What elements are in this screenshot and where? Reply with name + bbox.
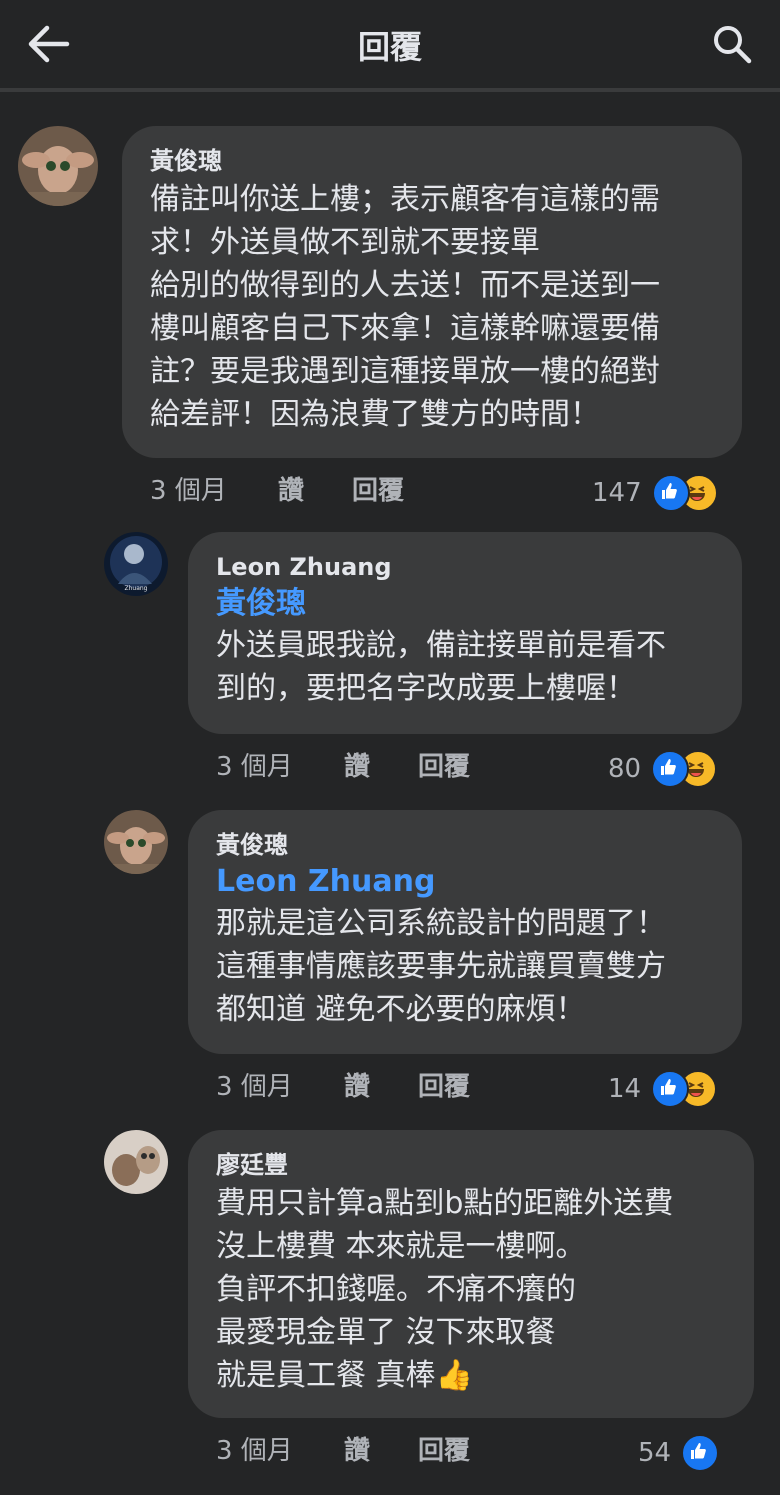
comment-author[interactable]: 黃俊璁 [150,144,714,178]
comment-author[interactable]: 黃俊璁 [216,828,714,862]
search-button[interactable] [708,20,756,68]
top-bar: 回覆 [0,0,780,92]
mention-link[interactable]: Leon Zhuang [216,862,714,902]
page-title: 回覆 [357,28,422,66]
search-icon [714,26,752,64]
reaction-count: 147 [592,478,642,508]
reaction-summary[interactable]: 54 [638,1434,720,1472]
mention-link[interactable]: 黃俊璁 [216,584,714,624]
reaction-summary[interactable]: 80 [608,750,718,788]
comment-time[interactable]: 3 個月 [216,746,344,783]
svg-text:Zhuang: Zhuang [124,585,147,592]
comment-text: 外送員跟我說，備註接單前是看不 到的，要把名字改成要上樓喔！ [216,628,666,706]
comment-time[interactable]: 3 個月 [216,1430,344,1467]
comment-bubble: 廖廷豐 費用只計算a點到b點的距離外送費 沒上樓費 本來就是一樓啊。 負評不扣錢… [188,1130,754,1418]
like-icon [651,474,690,512]
like-button[interactable]: 讚 [344,1430,418,1467]
reaction-count: 80 [608,754,642,784]
like-button[interactable]: 讚 [344,746,418,783]
comment-author[interactable]: Leon Zhuang [216,550,714,584]
comment-actions: 3 個月 讚 回覆 [216,746,470,783]
like-icon [651,750,690,788]
like-icon [681,1434,720,1472]
reaction-summary[interactable]: 147 [592,474,718,512]
avatar[interactable] [104,810,168,874]
reaction-summary[interactable]: 14 [608,1070,718,1108]
comment-author[interactable]: 廖廷豐 [216,1148,726,1182]
like-button[interactable]: 讚 [344,1066,418,1103]
reply-button[interactable]: 回覆 [418,746,470,783]
avatar[interactable] [18,126,98,206]
comment-text: 備註叫你送上樓；表示顧客有這樣的需 求！外送員做不到就不要接單 給別的做得到的人… [150,182,660,432]
avatar[interactable]: Zhuang [104,532,168,596]
comment-actions: 3 個月 讚 回覆 [150,470,404,507]
like-button[interactable]: 讚 [278,470,352,507]
comment-bubble: Leon Zhuang 黃俊璁 外送員跟我說，備註接單前是看不 到的，要把名字改… [188,532,742,734]
reaction-count: 14 [608,1074,642,1104]
comment-text: 費用只計算a點到b點的距離外送費 沒上樓費 本來就是一樓啊。 負評不扣錢喔。不痛… [216,1186,674,1393]
comment-time[interactable]: 3 個月 [150,470,278,507]
reply-button[interactable]: 回覆 [418,1066,470,1103]
avatar[interactable] [104,1130,168,1194]
comment-actions: 3 個月 讚 回覆 [216,1430,470,1467]
reaction-count: 54 [638,1438,672,1468]
comment-bubble: 黃俊璁 備註叫你送上樓；表示顧客有這樣的需 求！外送員做不到就不要接單 給別的做… [122,126,742,458]
comment-text: 那就是這公司系統設計的問題了！ 這種事情應該要事先就讓買賣雙方 都知道 避免不必… [216,906,666,1027]
comment-actions: 3 個月 讚 回覆 [216,1066,470,1103]
like-icon [651,1070,690,1108]
comment-time[interactable]: 3 個月 [216,1066,344,1103]
reply-button[interactable]: 回覆 [418,1430,470,1467]
comment-bubble: 黃俊璁 Leon Zhuang 那就是這公司系統設計的問題了！ 這種事情應該要事… [188,810,742,1054]
reply-button[interactable]: 回覆 [352,470,404,507]
